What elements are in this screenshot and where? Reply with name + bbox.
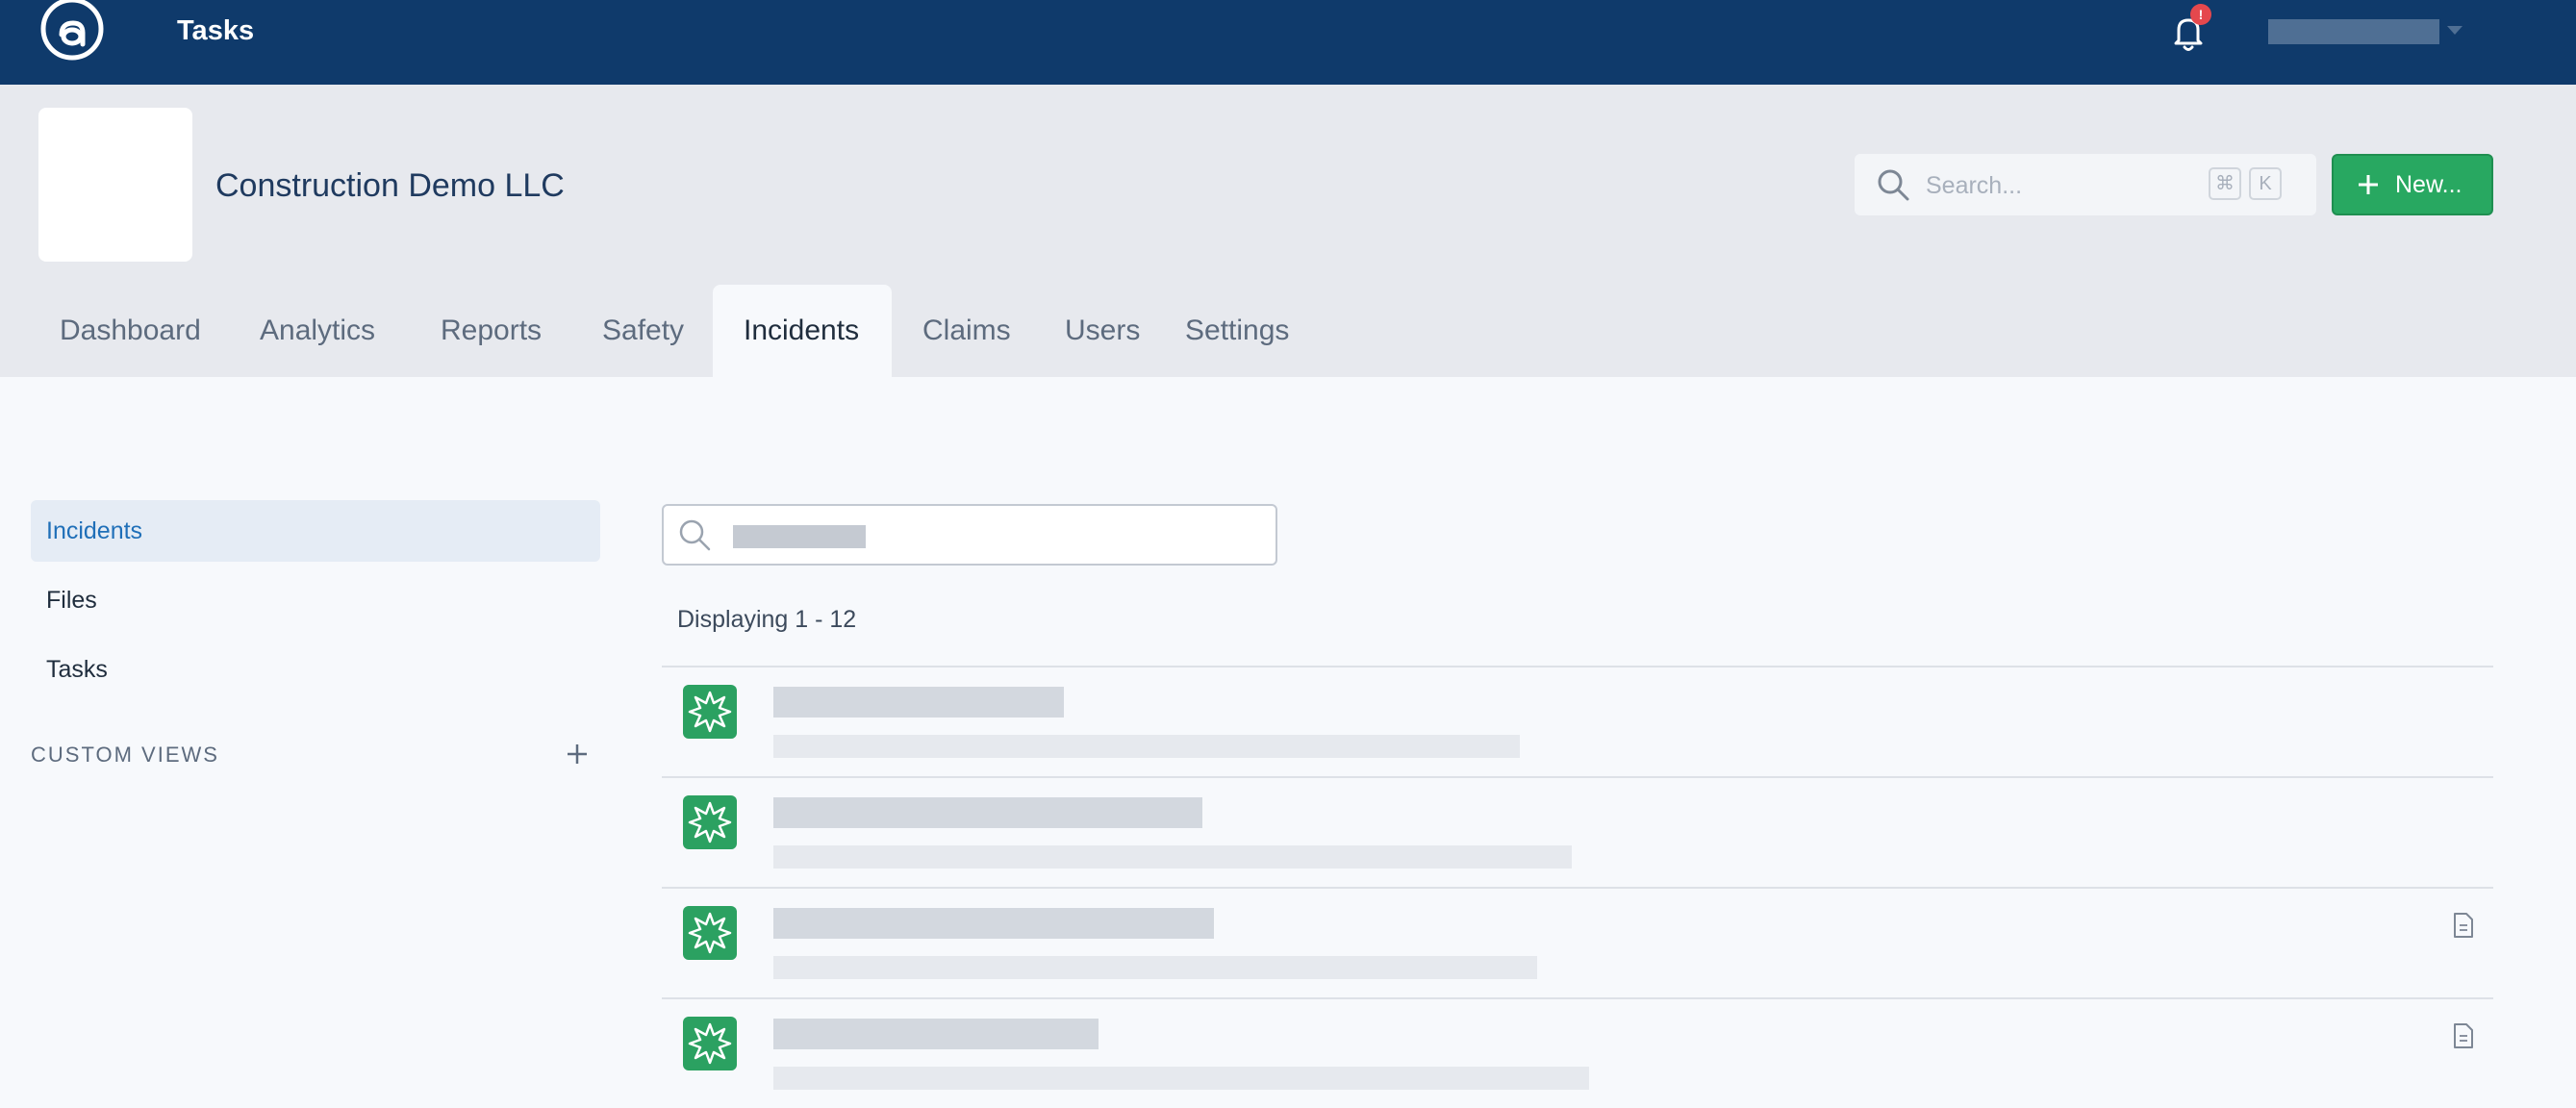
redacted-incident-details [773, 845, 1572, 869]
incident-burst-icon [683, 795, 737, 849]
tab-incidents[interactable]: Incidents [713, 285, 892, 377]
top-navigation-bar: Tasks ! [0, 0, 2576, 85]
sidebar-item-files[interactable]: Files [31, 569, 600, 631]
incident-row[interactable] [662, 776, 2493, 887]
redacted-search-value [733, 525, 866, 548]
tab-safety[interactable]: Safety [571, 285, 715, 377]
redacted-incident-details [773, 1067, 1589, 1090]
sidebar-item-tasks[interactable]: Tasks [31, 639, 600, 700]
tab-reports[interactable]: Reports [410, 285, 572, 377]
app-title[interactable]: Tasks [177, 13, 254, 48]
incident-row[interactable] [662, 666, 2493, 776]
tab-analytics[interactable]: Analytics [229, 285, 406, 377]
redacted-incident-title [773, 797, 1202, 828]
custom-views-heading: CUSTOM VIEWS [31, 743, 219, 767]
chevron-down-icon[interactable] [2447, 26, 2462, 35]
incident-burst-icon [683, 906, 737, 960]
add-custom-view-plus-icon[interactable] [566, 743, 589, 766]
redacted-incident-details [773, 735, 1520, 758]
search-placeholder: Search... [1926, 172, 2023, 199]
sidebar-item-incidents[interactable]: Incidents [31, 500, 600, 562]
shortcut-key: K [2249, 167, 2282, 200]
shortcut-modifier-key: ⌘ [2209, 167, 2241, 200]
user-menu-name[interactable] [2268, 19, 2439, 44]
company-name: Construction Demo LLC [215, 167, 565, 204]
tab-claims[interactable]: Claims [892, 285, 1042, 377]
incident-row[interactable] [662, 887, 2493, 997]
at-sign-logo-icon[interactable] [38, 0, 106, 62]
notification-badge: ! [2190, 4, 2211, 25]
incident-search-input[interactable] [662, 504, 1277, 566]
display-count: Displaying 1 - 12 [677, 606, 857, 633]
redacted-incident-details [773, 956, 1537, 979]
new-button[interactable]: New... [2332, 154, 2493, 215]
global-search[interactable]: Search... ⌘ K [1855, 154, 2316, 215]
tab-users[interactable]: Users [1034, 285, 1171, 377]
document-icon[interactable] [2453, 912, 2474, 939]
search-icon [679, 519, 711, 551]
incident-row[interactable] [662, 997, 2493, 1108]
redacted-incident-title [773, 908, 1214, 939]
incident-burst-icon [683, 685, 737, 739]
company-logo [38, 108, 192, 262]
redacted-incident-title [773, 1019, 1099, 1049]
incident-burst-icon [683, 1017, 737, 1070]
search-icon [1878, 169, 1909, 201]
new-button-label: New... [2395, 171, 2462, 198]
tab-settings[interactable]: Settings [1154, 285, 1320, 377]
plus-icon [2359, 175, 2378, 194]
document-icon[interactable] [2453, 1022, 2474, 1049]
tab-dashboard[interactable]: Dashboard [29, 285, 232, 377]
redacted-incident-title [773, 687, 1064, 718]
